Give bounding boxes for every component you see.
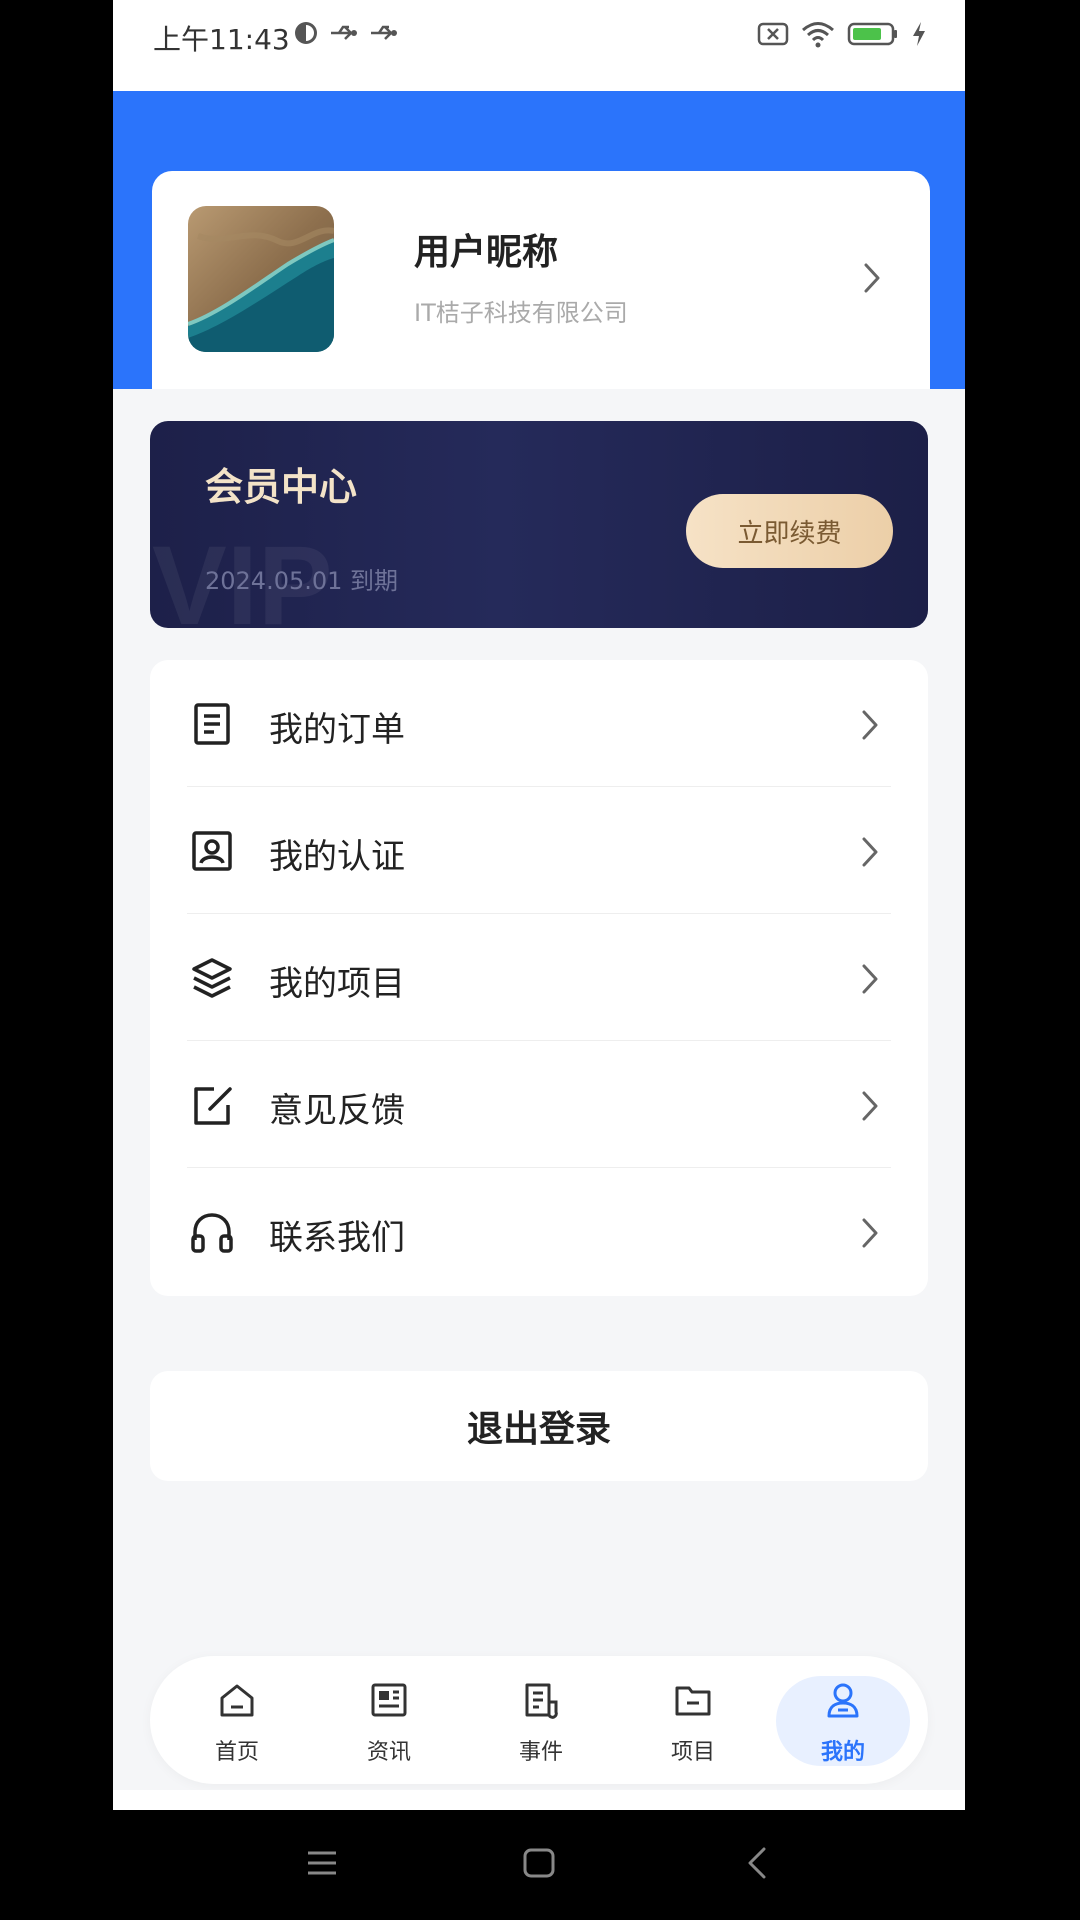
tab-label: 资讯: [366, 1740, 411, 1765]
charging-icon: [913, 22, 925, 46]
menu-item-feedback[interactable]: 意见反馈: [150, 1041, 928, 1168]
chevron-right-icon: [862, 1091, 878, 1121]
avatar[interactable]: [188, 206, 334, 352]
menu-item-label: 联系我们: [269, 1218, 405, 1258]
back-icon[interactable]: [740, 1845, 776, 1881]
menu-item-projects[interactable]: 我的项目: [150, 914, 928, 1041]
app-notification-icon: [295, 22, 317, 44]
user-nickname: 用户昵称: [414, 232, 559, 273]
tab-label: 首页: [214, 1740, 259, 1765]
status-left-icons: [293, 20, 399, 46]
tab-label: 事件: [518, 1740, 563, 1765]
layers-icon: [192, 958, 232, 998]
menu-item-orders[interactable]: 我的订单: [150, 660, 928, 787]
tab-label: 我的: [820, 1740, 865, 1765]
tab-news[interactable]: 资讯: [322, 1656, 456, 1784]
menu-item-label: 我的项目: [269, 964, 405, 1004]
home-icon: [220, 1684, 254, 1717]
folder-icon: [675, 1686, 711, 1716]
status-bar: 上午11:43: [113, 0, 965, 91]
menu-item-label: 意见反馈: [269, 1091, 405, 1131]
battery-icon: [847, 22, 897, 46]
status-right-icons: [757, 20, 927, 48]
tab-label: 项目: [670, 1740, 715, 1765]
vip-card[interactable]: VIP 会员中心 2024.05.01 到期 立即续费: [150, 421, 928, 628]
system-navigation-bar: [0, 1810, 1080, 1920]
bottom-tab-bar: 首页 资讯 事件 项目 我的: [150, 1656, 928, 1784]
certification-icon: [192, 831, 232, 871]
chevron-right-icon: [862, 964, 878, 994]
menu-list: 我的订单 我的认证 我的项目 意见反馈 联系我们: [150, 660, 928, 1296]
usb-icon: [371, 25, 397, 40]
menu-item-contact[interactable]: 联系我们: [150, 1168, 928, 1295]
headphones-icon: [191, 1213, 233, 1253]
menu-item-label: 我的订单: [269, 710, 405, 750]
chevron-right-icon: [862, 710, 878, 740]
app-screen: 上午11:43 用户昵称 IT桔子科技有限公司 VIP 会员中心 2024.05…: [113, 0, 965, 1810]
chevron-right-icon: [862, 837, 878, 867]
vip-expire-date: 2024.05.01 到期: [205, 567, 399, 595]
chevron-right-icon: [862, 1218, 878, 1248]
menu-icon[interactable]: [304, 1845, 340, 1881]
event-icon: [525, 1683, 558, 1719]
user-company: IT桔子科技有限公司: [414, 299, 628, 327]
tab-mine[interactable]: 我的: [776, 1656, 910, 1784]
menu-item-certification[interactable]: 我的认证: [150, 787, 928, 914]
status-time: 上午11:43: [153, 23, 290, 56]
feedback-icon: [194, 1087, 232, 1125]
order-icon: [194, 703, 230, 745]
vip-title: 会员中心: [205, 465, 358, 509]
home-button-icon[interactable]: [521, 1845, 557, 1881]
wifi-icon: [802, 22, 834, 48]
logout-button[interactable]: 退出登录: [150, 1371, 928, 1481]
renew-button[interactable]: 立即续费: [686, 494, 893, 568]
usb-icon: [331, 25, 357, 40]
no-sim-icon: [757, 22, 789, 46]
tab-events[interactable]: 事件: [474, 1656, 608, 1784]
menu-item-label: 我的认证: [269, 837, 405, 877]
news-icon: [371, 1683, 407, 1717]
chevron-right-icon: [864, 263, 880, 293]
profile-card[interactable]: 用户昵称 IT桔子科技有限公司: [152, 171, 930, 389]
bottom-safe-area: [113, 1790, 965, 1810]
tab-home[interactable]: 首页: [170, 1656, 304, 1784]
tab-projects[interactable]: 项目: [626, 1656, 760, 1784]
avatar-image: [188, 206, 334, 352]
user-icon: [827, 1683, 859, 1718]
